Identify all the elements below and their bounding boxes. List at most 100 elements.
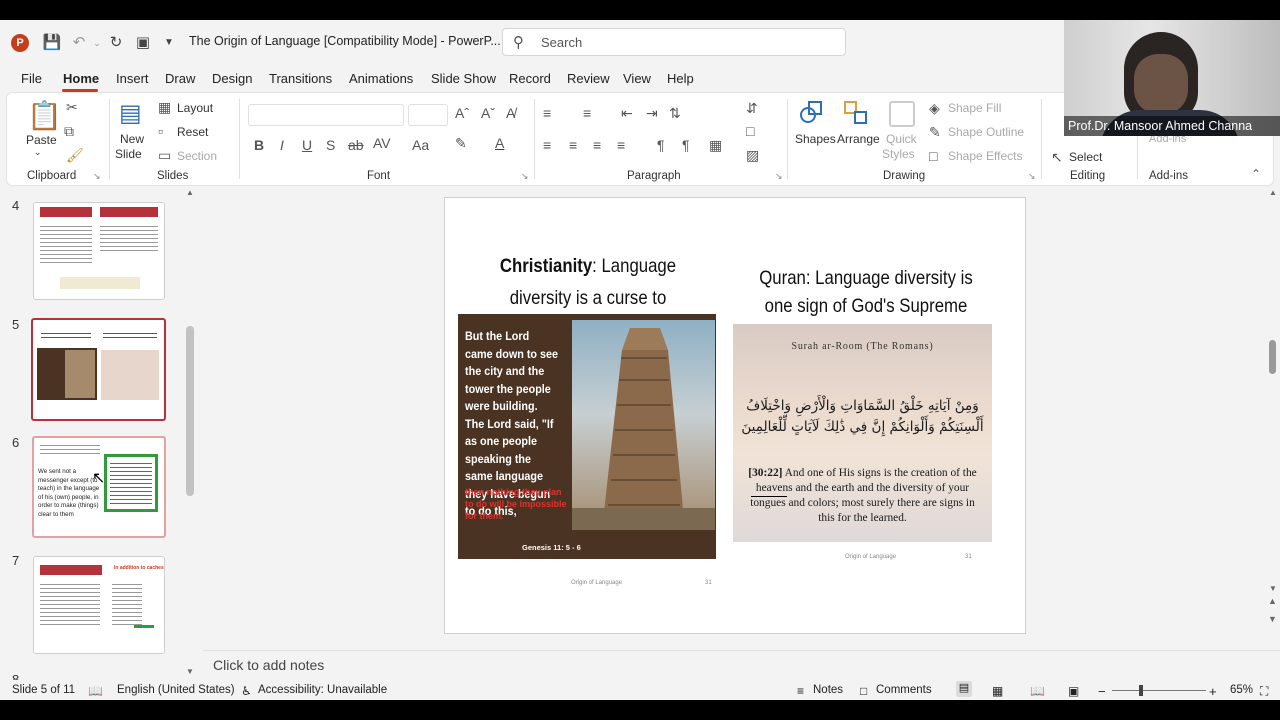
character-spacing-icon[interactable]: AV xyxy=(373,135,391,151)
font-color-icon[interactable]: A xyxy=(495,135,504,151)
normal-view-icon[interactable]: ▤ xyxy=(956,681,972,697)
paste-button[interactable]: Paste xyxy=(26,133,57,147)
shape-outline-icon[interactable]: ✎ xyxy=(929,124,941,141)
slide-sorter-icon[interactable]: ▦ xyxy=(992,684,1003,698)
shape-fill-button[interactable]: Shape Fill xyxy=(948,101,1001,115)
collapse-ribbon-icon[interactable]: ⌃ xyxy=(1251,167,1261,181)
tab-design[interactable]: Design xyxy=(212,71,252,86)
fit-to-window-icon[interactable]: ⛶ xyxy=(1260,684,1268,699)
slide-scrollbar[interactable]: ▲ ▼ ▲ ▼ xyxy=(1266,186,1280,650)
paragraph-launcher-icon[interactable]: ↘ xyxy=(775,171,783,182)
section-button[interactable]: Section xyxy=(177,149,217,163)
ltr-icon[interactable]: ¶ xyxy=(682,137,690,153)
current-slide[interactable]: Christianity: Language diversity is a cu… xyxy=(444,197,1026,634)
drawing-launcher-icon[interactable]: ↘ xyxy=(1028,171,1036,182)
highlight-icon[interactable]: ✎ xyxy=(455,135,467,152)
cut-icon[interactable]: ✂ xyxy=(66,99,78,116)
tab-help[interactable]: Help xyxy=(667,71,694,86)
zoom-level[interactable]: 65% xyxy=(1230,684,1253,696)
save-icon[interactable]: 💾 xyxy=(41,32,63,54)
previous-slide-icon[interactable]: ▲ xyxy=(1268,596,1277,606)
bold-button[interactable]: B xyxy=(254,137,264,153)
arrange-button[interactable]: Arrange xyxy=(837,132,880,146)
scroll-up-icon[interactable]: ▲ xyxy=(186,188,194,197)
quick-styles-icon[interactable] xyxy=(889,101,915,127)
tab-home[interactable]: Home xyxy=(63,71,99,86)
strikethrough-icon[interactable]: ab xyxy=(348,137,364,153)
shape-effects-icon[interactable]: □ xyxy=(929,148,937,164)
shape-effects-button[interactable]: Shape Effects xyxy=(948,149,1023,163)
slide-thumbnail-7[interactable]: In addition to caches xyxy=(33,556,165,654)
slide-scroll-thumb[interactable] xyxy=(1269,340,1276,374)
format-painter-icon[interactable]: 🖌 xyxy=(66,147,84,164)
columns-icon[interactable]: ▦ xyxy=(709,137,722,154)
bullets-icon[interactable]: ≡ xyxy=(543,105,551,121)
tab-file[interactable]: File xyxy=(21,71,42,86)
shapes-icon[interactable] xyxy=(800,101,824,125)
new-slide-label-1[interactable]: New xyxy=(120,132,144,146)
accessibility-status[interactable]: Accessibility: Unavailable xyxy=(258,684,387,696)
shapes-button[interactable]: Shapes xyxy=(795,132,836,146)
increase-indent-icon[interactable]: ⇥ xyxy=(646,105,658,122)
present-icon[interactable]: ▣ xyxy=(132,32,154,54)
shape-outline-button[interactable]: Shape Outline xyxy=(948,125,1024,139)
comments-button[interactable]: Comments xyxy=(876,684,932,696)
select-icon[interactable]: ↖ xyxy=(1051,149,1063,166)
italic-button[interactable]: I xyxy=(280,137,284,153)
thumbnail-scrollbar[interactable] xyxy=(186,326,194,496)
decrease-indent-icon[interactable]: ⇤ xyxy=(621,105,633,122)
tab-insert[interactable]: Insert xyxy=(116,71,149,86)
arrange-icon[interactable] xyxy=(844,101,870,127)
zoom-in-icon[interactable]: + xyxy=(1209,684,1217,699)
underline-button[interactable]: U xyxy=(302,137,312,153)
align-right-icon[interactable]: ≡ xyxy=(593,137,601,153)
line-spacing-icon[interactable]: ⇅ xyxy=(669,105,681,122)
search-box[interactable]: ⚲ Search xyxy=(502,28,846,56)
slide-thumbnail-4[interactable] xyxy=(33,202,165,300)
zoom-out-icon[interactable]: − xyxy=(1098,684,1106,699)
language-indicator[interactable]: English (United States) xyxy=(117,684,235,696)
tab-record[interactable]: Record xyxy=(509,71,551,86)
tab-view[interactable]: View xyxy=(623,71,651,86)
align-text-icon[interactable]: □ xyxy=(746,123,754,139)
next-slide-icon[interactable]: ▼ xyxy=(1268,614,1277,624)
scroll-down-icon[interactable]: ▼ xyxy=(186,667,194,676)
tab-review[interactable]: Review xyxy=(567,71,610,86)
tab-transitions[interactable]: Transitions xyxy=(269,71,332,86)
redo-icon[interactable]: ↻ xyxy=(105,32,127,54)
tab-slide-show[interactable]: Slide Show xyxy=(431,71,496,86)
tab-draw[interactable]: Draw xyxy=(165,71,195,86)
numbering-icon[interactable]: ≡ xyxy=(583,105,591,121)
quick-styles-label-2[interactable]: Styles xyxy=(882,147,915,161)
align-left-icon[interactable]: ≡ xyxy=(543,137,551,153)
change-case-icon[interactable]: Aa xyxy=(412,137,429,153)
paste-dropdown-icon[interactable]: ⌄ xyxy=(34,147,42,158)
decrease-font-icon[interactable]: Aˇ xyxy=(481,105,495,121)
font-launcher-icon[interactable]: ↘ xyxy=(521,171,529,182)
zoom-slider[interactable] xyxy=(1112,690,1206,691)
scroll-down-icon[interactable]: ▼ xyxy=(1269,584,1277,593)
shape-fill-icon[interactable]: ◈ xyxy=(929,100,940,117)
copy-icon[interactable]: ⧉ xyxy=(64,123,74,140)
notes-pane[interactable]: Click to add notes xyxy=(203,650,1280,678)
align-center-icon[interactable]: ≡ xyxy=(569,137,577,153)
reset-button[interactable]: Reset xyxy=(177,125,208,139)
notes-button[interactable]: Notes xyxy=(813,684,843,696)
font-family-dropdown[interactable] xyxy=(248,104,404,126)
slide-thumbnail-5[interactable] xyxy=(31,318,166,421)
accessibility-icon[interactable]: ♿ xyxy=(241,684,252,698)
quick-styles-label-1[interactable]: Quick xyxy=(886,132,917,146)
spellcheck-icon[interactable]: 📖 xyxy=(88,684,103,698)
rtl-icon[interactable]: ¶ xyxy=(657,137,665,153)
customize-toolbar-icon[interactable]: ▼ xyxy=(158,32,180,54)
comments-icon[interactable]: □ xyxy=(860,684,867,698)
zoom-slider-thumb[interactable] xyxy=(1139,685,1143,696)
reading-view-icon[interactable]: 📖 xyxy=(1030,684,1045,698)
increase-font-icon[interactable]: Aˆ xyxy=(455,105,469,121)
shadow-button[interactable]: S xyxy=(326,137,335,153)
clipboard-launcher-icon[interactable]: ↘ xyxy=(93,171,101,182)
smartart-icon[interactable]: ▨ xyxy=(746,147,759,164)
font-size-dropdown[interactable] xyxy=(408,104,448,126)
justify-icon[interactable]: ≡ xyxy=(617,137,625,153)
select-button[interactable]: Select xyxy=(1069,150,1102,164)
